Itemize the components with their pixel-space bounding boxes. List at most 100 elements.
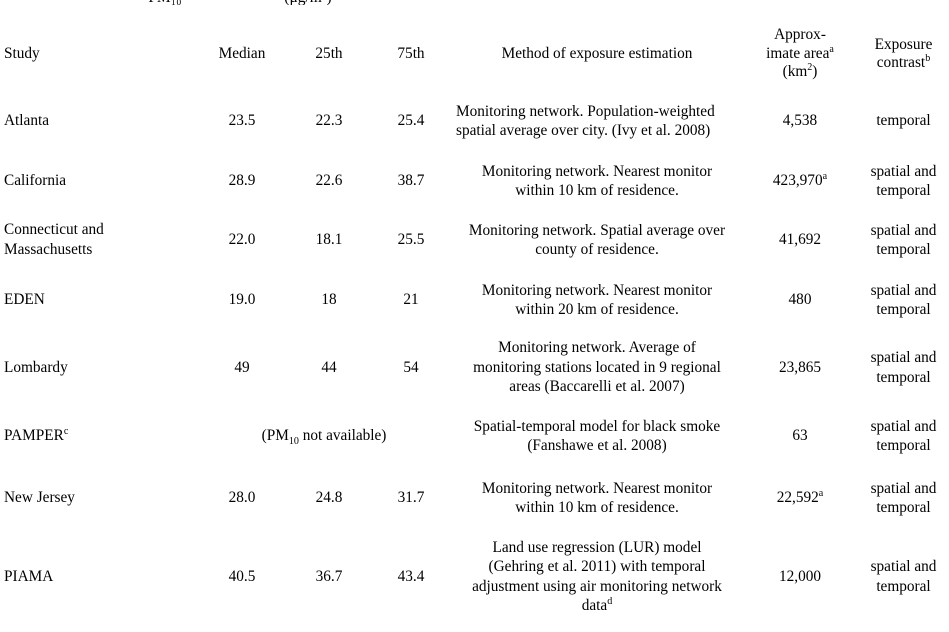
cell-25th: 36.7 [315, 567, 343, 585]
cell-area: 480 [788, 291, 812, 309]
cutoff-fragment-pm10: PM₁₀ [148, 0, 181, 5]
method-line: areas (Baccarelli et al. 2007) [509, 378, 685, 396]
cell-method: Monitoring network. Average of monitorin… [452, 330, 742, 405]
contrast-line: spatial and [870, 281, 937, 299]
cell-study: Atlanta [4, 112, 50, 130]
cell-75th: 31.7 [397, 489, 425, 507]
contrast-line: spatial and [870, 349, 937, 367]
method-line: Monitoring network. Population-weighted [456, 102, 715, 120]
method-line: Spatial-temporal model for black smoke [473, 417, 721, 435]
cell-median: 28.9 [228, 172, 256, 190]
contrast-line: spatial and [870, 558, 937, 576]
column-header-study: Study [4, 45, 40, 63]
cell-25th: 22.3 [315, 112, 343, 130]
cell-study: PIAMA [4, 567, 54, 585]
cell-25th: 22.6 [315, 172, 343, 190]
cell-method: Land use regression (LUR) model (Gehring… [452, 529, 742, 624]
area-footnote: a [818, 488, 824, 500]
cell-exposure-contrast: temporal [858, 90, 949, 152]
area-header-footnote-a: a [829, 43, 834, 55]
table-page: PM₁₀ (μg/m³) Study Median 25th 75th Meth… [0, 0, 949, 632]
cell-median: 28.0 [228, 489, 256, 507]
cell-75th: 43.4 [397, 567, 425, 585]
method-line: (Fanshawe et al. 2008) [527, 437, 667, 454]
contrast-header-footnote-b: b [925, 52, 931, 64]
table-row: Atlanta 23.5 22.3 25.4 Monitoring networ… [0, 90, 949, 152]
pm10-subscript: 10 [288, 436, 299, 448]
method-line: Monitoring network. Spatial average over [468, 221, 726, 239]
table-row: Lombardy 49 44 54 Monitoring network. Av… [0, 330, 949, 405]
table-body: Atlanta 23.5 22.3 25.4 Monitoring networ… [0, 90, 949, 624]
cell-exposure-contrast: spatial and temporal [858, 270, 949, 330]
cell-75th: 25.4 [397, 112, 425, 130]
cell-75th: 21 [403, 291, 419, 309]
cell-median: 19.0 [228, 291, 256, 309]
study-footnote: c [63, 426, 69, 438]
exposure-estimation-table: Study Median 25th 75th Method of exposur… [0, 18, 949, 624]
method-line: Monitoring network. Nearest monitor [481, 479, 713, 497]
contrast-line: temporal [876, 499, 931, 516]
cell-75th: 54 [403, 358, 419, 376]
cell-exposure-contrast: spatial and temporal [858, 467, 949, 529]
cutoff-fragment-units: (μg/m³) [284, 0, 331, 5]
cell-75th: 38.7 [397, 172, 425, 190]
contrast-line: temporal [876, 182, 931, 199]
cell-25th: 18 [321, 291, 337, 309]
method-line: Monitoring network. Nearest monitor [481, 281, 713, 299]
cell-25th: 18.1 [315, 231, 343, 249]
method-line: Monitoring network. Average of [498, 339, 696, 357]
cell-exposure-contrast: spatial and temporal [858, 152, 949, 210]
cell-study: New Jersey [4, 489, 75, 507]
contrast-line: temporal [876, 368, 931, 386]
contrast-line: spatial and [870, 417, 937, 435]
cell-method: Monitoring network. Population-weighted … [452, 90, 742, 152]
cell-25th: 44 [321, 358, 337, 376]
contrast-line: spatial and [870, 221, 937, 239]
cell-area: 41,692 [778, 231, 822, 249]
cell-exposure-contrast: spatial and temporal [858, 210, 949, 270]
method-line: Land use regression (LUR) model [492, 538, 702, 556]
area-header-line3: (km2) [782, 62, 818, 81]
contrast-line: spatial and [870, 479, 937, 497]
column-header-median: Median [218, 45, 266, 63]
cell-area: 4,538 [782, 112, 818, 130]
method-line: spatial average over city. (Ivy et al. 2… [456, 122, 711, 139]
method-line: datad [581, 595, 613, 614]
cell-method: Spatial-temporal model for black smoke (… [452, 405, 742, 467]
table-row: Connecticut and Massachusetts 22.0 18.1 … [0, 210, 949, 270]
cell-method: Monitoring network. Spatial average over… [452, 210, 742, 270]
cell-study: PAMPERc [4, 426, 69, 445]
table-row: New Jersey 28.0 24.8 31.7 Monitoring net… [0, 467, 949, 529]
cell-median: 22.0 [228, 231, 256, 249]
cell-exposure-contrast: spatial and temporal [858, 330, 949, 405]
contrast-header-line1: Exposure [874, 35, 933, 53]
cell-study: EDEN [4, 291, 45, 309]
table-header-row: Study Median 25th 75th Method of exposur… [0, 18, 949, 90]
contrast-line: temporal [876, 301, 931, 318]
cell-75th: 25.5 [397, 231, 425, 249]
area-header-line2: imate areaa [766, 43, 834, 62]
cell-median: 40.5 [228, 567, 256, 585]
contrast-line: temporal [876, 112, 931, 130]
cell-area: 12,000 [778, 567, 822, 585]
method-line: county of residence. [535, 241, 659, 258]
contrast-header-line2: contrastb [876, 52, 931, 71]
method-line: within 10 km of residence. [515, 182, 679, 199]
area-header-line1: Approx- [774, 26, 826, 44]
cell-not-available-note: (PM10 not available) [261, 427, 387, 448]
cell-method: Monitoring network. Nearest monitor with… [452, 270, 742, 330]
contrast-line: temporal [876, 437, 931, 454]
method-line: (Gehring et al. 2011) with temporal [488, 558, 706, 576]
column-header-approximate-area: Approx- imate areaa (km2) [742, 18, 858, 90]
method-line: Monitoring network. Nearest monitor [481, 162, 713, 180]
method-line: within 20 km of residence. [515, 301, 679, 318]
area-footnote: a [822, 171, 828, 183]
cell-median: 49 [234, 358, 250, 376]
column-header-method: Method of exposure estimation [501, 45, 693, 63]
method-line: within 10 km of residence. [515, 499, 679, 516]
cell-method: Monitoring network. Nearest monitor with… [452, 467, 742, 529]
method-footnote: d [607, 595, 613, 607]
contrast-line: spatial and [870, 162, 937, 180]
cell-area: 23,865 [778, 358, 822, 376]
cell-area: 22,592a [776, 488, 824, 507]
